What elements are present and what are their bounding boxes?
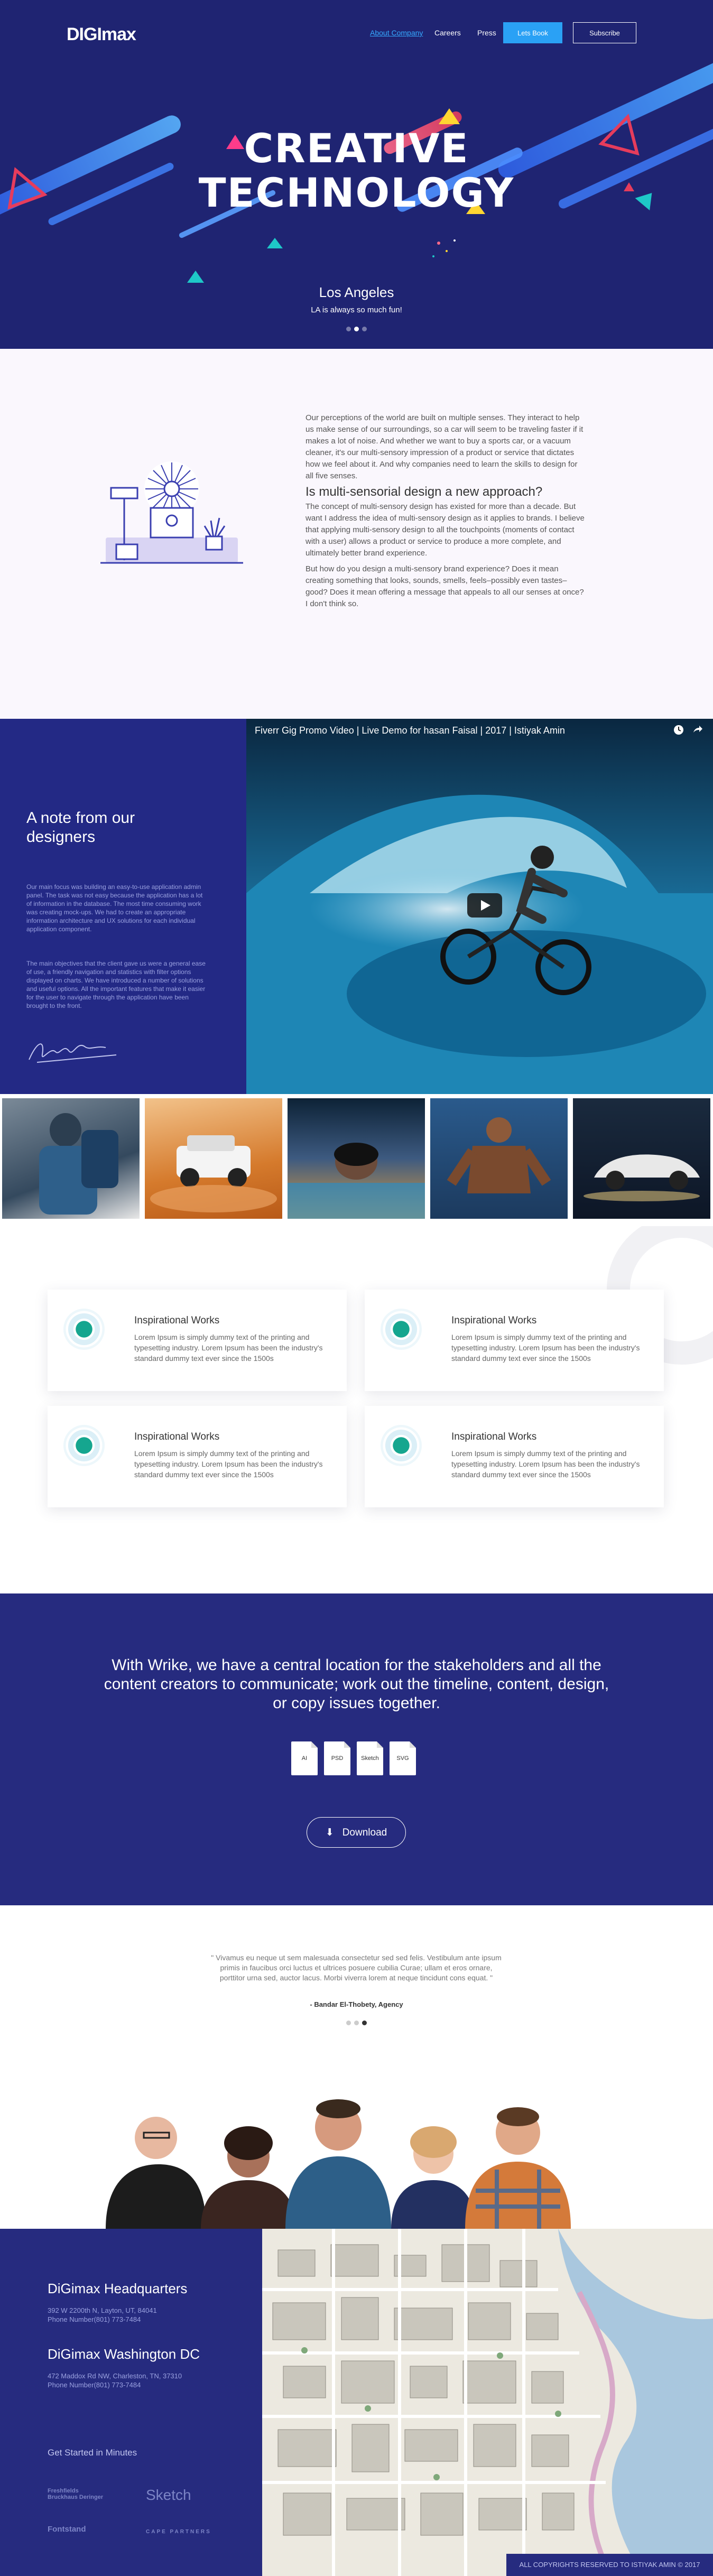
copyright: ALL COPYRIGHTS RESERVED TO ISTIYAK AMIN … (506, 2554, 713, 2576)
book-button[interactable]: Lets Book (503, 22, 562, 43)
feature-card[interactable]: Inspirational Works Lorem Ipsum is simpl… (48, 1290, 347, 1391)
feature-card[interactable]: Inspirational Works Lorem Ipsum is simpl… (48, 1406, 347, 1507)
slider-dot-active[interactable] (362, 2021, 367, 2025)
location-map[interactable] (262, 2229, 713, 2576)
feature-badge-icon (63, 1425, 105, 1466)
testimonial-quote: " Vivamus eu neque ut sem malesuada cons… (211, 1953, 502, 1982)
slider-dot[interactable] (354, 2021, 359, 2025)
brand-logo-cape[interactable]: CAPE PARTNERS (146, 2529, 211, 2535)
slider-dot[interactable] (346, 2021, 351, 2025)
share-icon[interactable] (692, 724, 703, 736)
designers-paragraph: Our main focus was building an easy-to-u… (26, 883, 203, 933)
cta-section: With Wrike, we have a central location f… (0, 1593, 713, 1905)
about-section: Our perceptions of the world are built o… (0, 349, 713, 719)
file-icon-psd[interactable]: PSD (324, 1741, 350, 1775)
about-text: Our perceptions of the world are built o… (305, 412, 586, 614)
about-paragraph: The concept of multi-sensory design has … (305, 502, 585, 558)
hero-slider-dots (0, 325, 713, 334)
features-section: Inspirational Works Lorem Ipsum is simpl… (0, 1226, 713, 1593)
gallery-photo-swimmer[interactable] (288, 1098, 425, 1219)
download-icon: ⬇ (325, 1827, 334, 1838)
dc-address: 472 Maddox Rd NW, Charleston, TN, 37310 (48, 2372, 182, 2380)
video-player[interactable]: Fiverr Gig Promo Video | Live Demo for h… (246, 719, 713, 1094)
download-label: Download (342, 1827, 387, 1838)
feature-badge-icon (381, 1425, 422, 1466)
logo[interactable]: DIGImax (67, 24, 136, 45)
cta-heading: With Wrike, we have a central location f… (104, 1656, 609, 1712)
gallery-photo-hiker[interactable] (2, 1098, 140, 1219)
hero-title-line1: CREATIVE (244, 125, 469, 172)
brand-logo-sketch[interactable]: Sketch (146, 2487, 191, 2504)
hq-phone[interactable]: Phone Number(801) 773-7484 (48, 2315, 141, 2324)
testimonial-author: - Bandar El-Thobety, Agency (310, 2000, 403, 2008)
hero-city: Los Angeles (319, 284, 394, 300)
designers-note: A note from our designers Our main focus… (0, 719, 246, 1094)
slider-dot-active[interactable] (354, 327, 359, 331)
gallery (0, 1094, 713, 1226)
about-heading: Is multi-sensorial design a new approach… (305, 485, 543, 499)
slider-dot[interactable] (346, 327, 351, 331)
workspace-illustration (100, 461, 243, 564)
about-paragraph: But how do you design a multi-sensory br… (305, 564, 584, 608)
hero-tagline: LA is always so much fun! (311, 305, 402, 314)
main-nav: DIGImax About Company Careers Press Lets… (0, 19, 713, 45)
dc-title: DiGimax Washington DC (48, 2346, 200, 2362)
footer-contacts: DiGimax Headquarters 392 W 2200th N, Lay… (0, 2229, 262, 2576)
subscribe-button[interactable]: Subscribe (573, 22, 636, 43)
hero-title-line2: TECHNOLOGY (198, 169, 515, 216)
feature-text: Lorem Ipsum is simply dummy text of the … (134, 1449, 323, 1479)
brand-logo-freshfields[interactable]: Freshfields Bruckhaus Deringer (48, 2488, 106, 2500)
file-icon-svg[interactable]: SVG (390, 1741, 416, 1775)
about-paragraph: Our perceptions of the world are built o… (305, 413, 584, 480)
map-illustration (262, 2229, 713, 2576)
feature-title: Inspirational Works (451, 1315, 537, 1326)
feature-title: Inspirational Works (451, 1431, 537, 1442)
gallery-photo-athlete[interactable] (430, 1098, 568, 1219)
video-title[interactable]: Fiverr Gig Promo Video | Live Demo for h… (255, 725, 565, 736)
feature-badge-icon (381, 1309, 422, 1350)
feature-card[interactable]: Inspirational Works Lorem Ipsum is simpl… (365, 1290, 664, 1391)
download-button[interactable]: ⬇ Download (307, 1817, 406, 1848)
feature-title: Inspirational Works (134, 1431, 220, 1442)
nav-link-about[interactable]: About Company (370, 29, 423, 37)
feature-text: Lorem Ipsum is simply dummy text of the … (451, 1333, 640, 1363)
clock-icon[interactable] (673, 724, 684, 736)
dc-phone[interactable]: Phone Number(801) 773-7484 (48, 2380, 141, 2389)
feature-badge-icon (63, 1309, 105, 1350)
signature-image (29, 1043, 117, 1063)
hq-title: DiGimax Headquarters (48, 2281, 188, 2296)
get-started-label: Get Started in Minutes (48, 2448, 137, 2458)
designers-title: A note from our designers (26, 809, 135, 846)
file-icon-sketch[interactable]: Sketch (357, 1741, 383, 1775)
gallery-photo-car[interactable] (573, 1098, 710, 1219)
gallery-photo-suv[interactable] (145, 1098, 282, 1219)
feature-text: Lorem Ipsum is simply dummy text of the … (134, 1333, 323, 1363)
feature-title: Inspirational Works (134, 1315, 220, 1326)
feature-text: Lorem Ipsum is simply dummy text of the … (451, 1449, 640, 1479)
file-icon-ai[interactable]: AI (291, 1741, 318, 1775)
brand-logo-fontstand[interactable]: Fontstand (48, 2525, 86, 2534)
slider-dot[interactable] (362, 327, 367, 331)
testimonial-slider-dots (0, 2018, 713, 2028)
team-photo (106, 2099, 571, 2229)
nav-link-press[interactable]: Press (477, 29, 496, 37)
page: DIGImax About Company Careers Press Lets… (0, 0, 713, 2576)
hero: DIGImax About Company Careers Press Lets… (0, 0, 713, 349)
nav-link-careers[interactable]: Careers (434, 29, 461, 37)
designers-paragraph: The main objectives that the client gave… (26, 960, 206, 1009)
hq-address: 392 W 2200th N, Layton, UT, 84041 (48, 2306, 157, 2314)
testimonial-section: " Vivamus eu neque ut sem malesuada cons… (0, 1905, 713, 2229)
feature-card[interactable]: Inspirational Works Lorem Ipsum is simpl… (365, 1406, 664, 1507)
play-button[interactable] (467, 893, 502, 918)
